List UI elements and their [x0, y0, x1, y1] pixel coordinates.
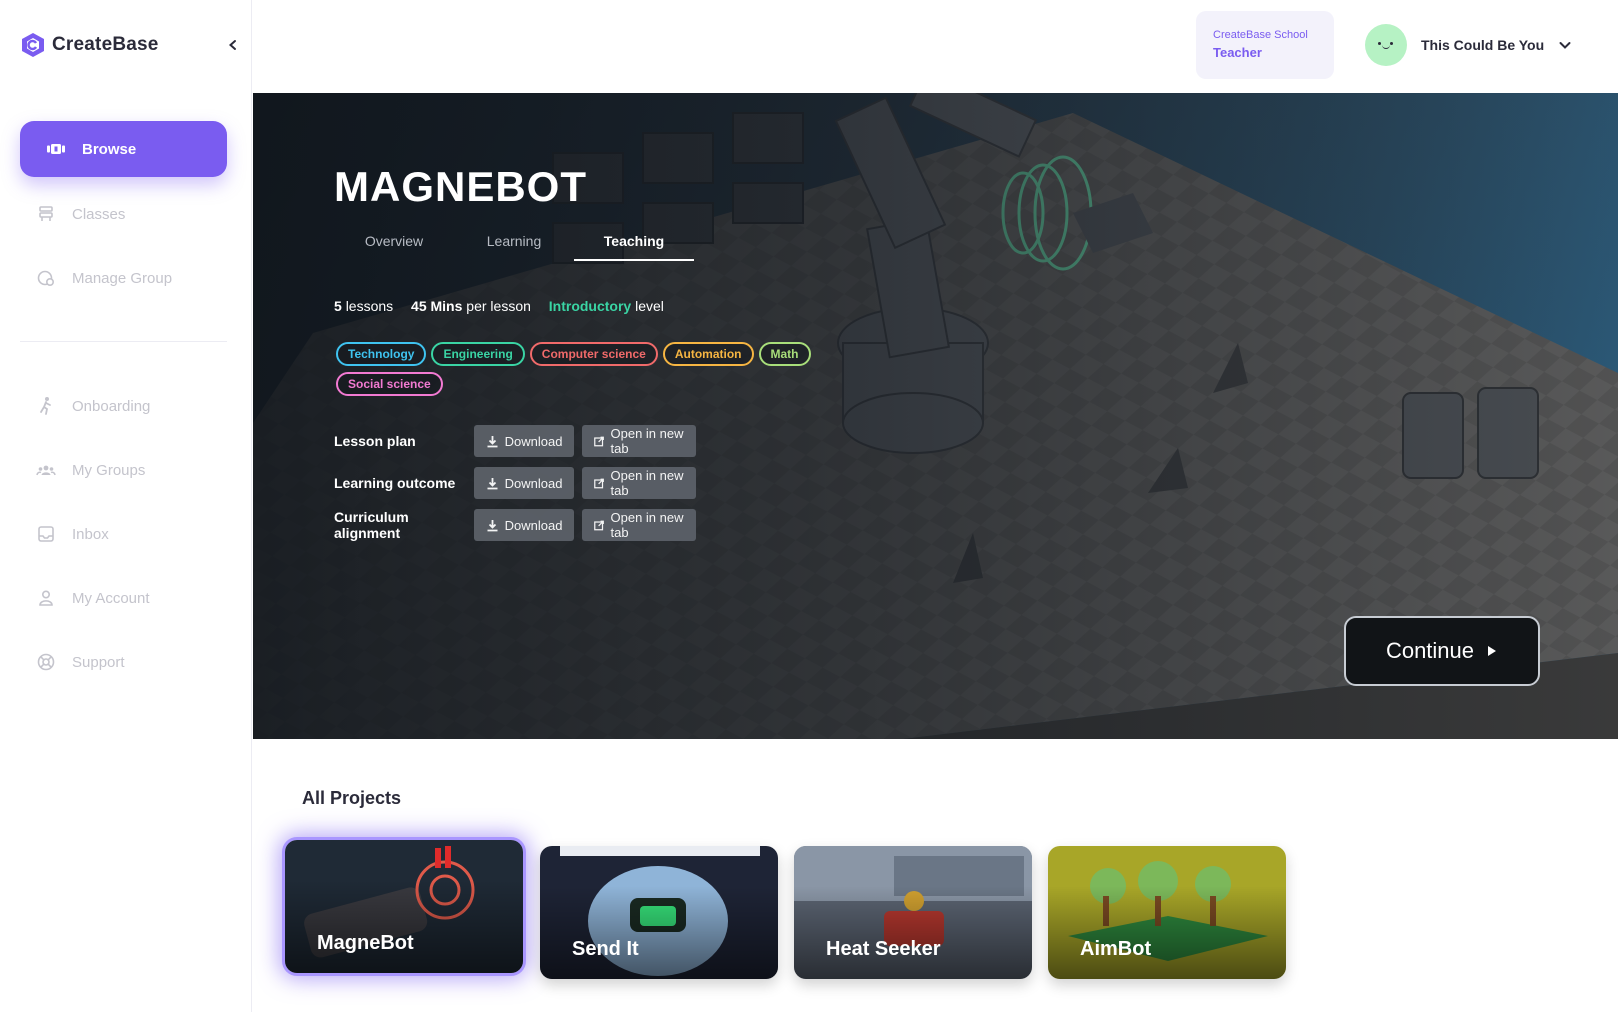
sidebar-item-my-groups[interactable]: My Groups	[20, 442, 227, 498]
brand-name: CreateBase	[52, 34, 159, 55]
level-value: Introductory	[548, 298, 632, 314]
brand[interactable]: CreateBase	[20, 32, 159, 58]
project-tabs: Overview Learning Teaching	[334, 233, 694, 261]
tag-computer-science: Computer science	[529, 342, 658, 366]
level-label: level	[635, 298, 664, 314]
lesson-duration: 45 Mins	[411, 298, 463, 314]
browse-icon	[47, 144, 65, 154]
project-hero: MAGNEBOT Overview Learning Teaching 5 le…	[253, 93, 1618, 739]
card-title: Heat Seeker	[826, 938, 941, 960]
open-label: Open in new tab	[610, 510, 684, 540]
download-button[interactable]: Download	[473, 509, 575, 541]
tag-technology: Technology	[336, 342, 427, 366]
onboarding-icon	[40, 397, 51, 415]
sidebar-item-label: Classes	[72, 205, 126, 223]
tab-teaching[interactable]: Teaching	[574, 233, 694, 261]
project-card-send-it[interactable]: Send It	[540, 846, 778, 979]
project-title: MAGNEBOT	[334, 163, 587, 210]
avatar	[1365, 24, 1407, 66]
resource-row-curriculum-alignment: Curriculum alignment Download Open in ne…	[334, 509, 704, 541]
sidebar-item-label: Onboarding	[72, 397, 151, 415]
sidebar-item-inbox[interactable]: Inbox	[20, 506, 227, 562]
duration-label: per lesson	[466, 298, 531, 314]
collapse-sidebar-button[interactable]	[222, 34, 244, 56]
tab-overview[interactable]: Overview	[334, 233, 454, 261]
chevron-left-icon	[228, 40, 236, 50]
external-link-icon	[594, 520, 605, 530]
resource-row-learning-outcome: Learning outcome Download Open in new ta…	[334, 467, 704, 499]
avatar-mouth	[1382, 45, 1390, 49]
open-new-tab-button[interactable]: Open in new tab	[582, 467, 696, 499]
account-icon	[39, 590, 53, 606]
external-link-icon	[594, 478, 605, 488]
open-label: Open in new tab	[610, 468, 684, 498]
sidebar-item-label: Support	[72, 653, 125, 671]
sidebar-item-label: My Groups	[72, 461, 146, 479]
lessons-label: lessons	[345, 298, 394, 314]
project-card-magnebot[interactable]: MagneBot	[285, 840, 523, 973]
continue-label: Continue	[1385, 638, 1475, 663]
resource-row-lesson-plan: Lesson plan Download Open in new tab	[334, 425, 704, 457]
sidebar-item-browse[interactable]: Browse	[20, 121, 227, 177]
sidebar: CreateBase Browse Classes Manage Group O…	[0, 0, 252, 1012]
user-name: This Could Be You	[1421, 37, 1545, 53]
sidebar-item-onboarding[interactable]: Onboarding	[20, 378, 227, 434]
external-link-icon	[594, 436, 605, 446]
open-label: Open in new tab	[610, 426, 684, 456]
project-meta: 5 lessons 45 Mins per lesson Introductor…	[334, 298, 664, 314]
card-title: AimBot	[1080, 938, 1152, 960]
resource-label: Learning outcome	[334, 475, 456, 491]
sidebar-item-label: Inbox	[72, 525, 109, 543]
classes-icon	[39, 206, 53, 221]
sidebar-divider	[20, 341, 227, 342]
subject-tags: Technology Engineering Computer science …	[336, 342, 836, 396]
createbase-logo-icon	[22, 33, 44, 57]
role-chip: CreateBase School Teacher	[1196, 11, 1334, 79]
download-button[interactable]: Download	[473, 467, 575, 499]
project-card-aimbot[interactable]: AimBot	[1048, 846, 1286, 979]
chevron-down-icon	[1559, 42, 1571, 49]
play-icon	[1488, 646, 1497, 656]
continue-button[interactable]: Continue	[1344, 616, 1540, 686]
sidebar-item-my-account[interactable]: My Account	[20, 570, 227, 626]
groups-icon	[36, 465, 56, 476]
download-icon	[487, 477, 498, 489]
tag-math: Math	[758, 342, 811, 366]
sidebar-item-label: My Account	[72, 589, 150, 607]
sidebar-item-manage-group[interactable]: Manage Group	[20, 250, 227, 306]
manage-group-icon	[37, 270, 55, 287]
sidebar-item-support[interactable]: Support	[20, 634, 227, 690]
tag-engineering: Engineering	[431, 342, 525, 366]
download-button[interactable]: Download	[473, 425, 575, 457]
avatar-eye	[1390, 42, 1393, 45]
tag-social-science: Social science	[336, 372, 443, 396]
open-new-tab-button[interactable]: Open in new tab	[582, 509, 696, 541]
tag-automation: Automation	[662, 342, 754, 366]
resource-label: Lesson plan	[334, 433, 416, 449]
avatar-eye	[1378, 42, 1381, 45]
sidebar-item-classes[interactable]: Classes	[20, 186, 227, 242]
download-label: Download	[504, 433, 563, 449]
sidebar-item-label: Browse	[82, 140, 137, 158]
role-name: Teacher	[1213, 45, 1262, 60]
all-projects-title: All Projects	[302, 788, 402, 808]
tab-learning[interactable]: Learning	[454, 233, 574, 261]
lessons-count: 5	[334, 298, 342, 314]
inbox-icon	[38, 526, 54, 542]
download-label: Download	[504, 475, 563, 491]
download-icon	[487, 435, 498, 447]
school-name: CreateBase School	[1213, 29, 1308, 41]
card-title: Send It	[572, 938, 639, 960]
download-label: Download	[504, 517, 563, 533]
open-new-tab-button[interactable]: Open in new tab	[582, 425, 696, 457]
project-card-heat-seeker[interactable]: Heat Seeker	[794, 846, 1032, 979]
support-icon	[37, 653, 55, 671]
resource-label: Curriculum alignment	[334, 509, 409, 541]
download-icon	[487, 519, 498, 531]
card-title: MagneBot	[317, 932, 414, 954]
top-bar: CreateBase School Teacher This Could Be …	[253, 0, 1618, 93]
sidebar-item-label: Manage Group	[72, 269, 173, 287]
user-menu[interactable]: This Could Be You	[1365, 24, 1572, 66]
